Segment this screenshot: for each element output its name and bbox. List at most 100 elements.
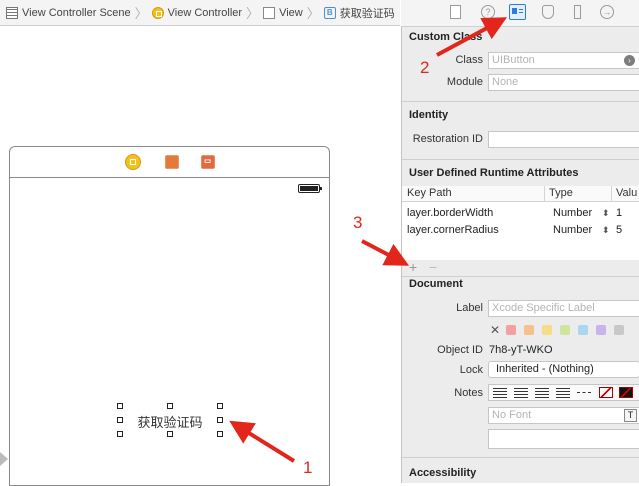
type-popup-arrows-icon[interactable]: ⬍ <box>602 225 610 236</box>
align-right-icon[interactable] <box>535 387 549 398</box>
breadcrumb-label: View Controller <box>167 6 243 19</box>
breadcrumb-item-view[interactable]: View <box>263 6 303 19</box>
key-path-cell[interactable]: layer.cornerRadius <box>407 224 499 236</box>
color-swatch-gray[interactable] <box>614 325 624 335</box>
value-cell[interactable]: 5 <box>616 224 622 236</box>
go-arrow-icon[interactable]: › <box>624 55 635 66</box>
no-color-icon[interactable] <box>599 387 613 398</box>
lock-popup[interactable]: Inherited - (Nothing) <box>488 361 639 378</box>
breadcrumb-label: 获取验证码 <box>339 7 395 20</box>
resize-handle[interactable] <box>167 403 173 409</box>
view-controller-icon[interactable] <box>125 154 141 170</box>
class-label: Class <box>455 54 483 66</box>
resize-handle[interactable] <box>217 431 223 437</box>
module-field[interactable]: None <box>488 74 639 91</box>
section-header-document: Document <box>409 278 463 290</box>
size-inspector-icon[interactable] <box>574 5 581 19</box>
attributes-inspector-icon[interactable] <box>542 5 554 19</box>
object-id-value: 7h8-yT-WKO <box>489 344 553 356</box>
breadcrumb-separator: 〉 <box>306 6 320 21</box>
view-icon <box>263 6 276 19</box>
step-number-3: 3 <box>353 213 363 232</box>
module-placeholder: None <box>492 76 519 88</box>
align-center-icon[interactable] <box>514 387 528 398</box>
initial-scene-arrow-icon <box>0 452 8 466</box>
color-swatch-blue[interactable] <box>578 325 588 335</box>
notes-text-area[interactable] <box>488 429 639 449</box>
color-swatch-green[interactable] <box>560 325 570 335</box>
breadcrumb-item-button[interactable]: B 获取验证码 <box>323 5 395 21</box>
restoration-id-field[interactable] <box>488 131 639 148</box>
key-path-cell[interactable]: layer.borderWidth <box>407 207 493 219</box>
runtime-attributes-table: Key Path Type Valu layer.borderWidth Num… <box>402 186 639 260</box>
resize-handle[interactable] <box>117 431 123 437</box>
restoration-id-label: Restoration ID <box>412 133 483 145</box>
clear-color-icon[interactable]: ✕ <box>490 323 500 337</box>
battery-icon <box>298 184 322 193</box>
color-swatch-orange[interactable] <box>524 325 534 335</box>
button-title: 获取验证码 <box>137 415 203 430</box>
section-header-accessibility: Accessibility <box>409 467 477 479</box>
lock-label: Lock <box>459 364 483 376</box>
divider <box>402 101 639 102</box>
step-number-1: 1 <box>303 458 313 477</box>
column-separator <box>544 186 545 201</box>
exit-icon[interactable] <box>201 155 215 169</box>
section-header-runtime-attributes: User Defined Runtime Attributes <box>409 167 579 179</box>
scene-icon <box>6 6 18 19</box>
color-swatch-yellow[interactable] <box>542 325 552 335</box>
breadcrumb-label: View <box>279 6 303 19</box>
quick-help-icon[interactable]: ? <box>481 5 495 19</box>
connections-inspector-icon[interactable]: → <box>600 5 614 19</box>
document-label-label: Label <box>456 302 483 314</box>
column-header-key-path[interactable]: Key Path <box>407 187 452 199</box>
type-popup-arrows-icon[interactable]: ⬍ <box>602 208 610 219</box>
class-field[interactable]: UIButton › <box>488 52 639 69</box>
notes-label: Notes <box>454 387 483 399</box>
section-header-custom-class: Custom Class <box>409 31 483 43</box>
identity-inspector-icon[interactable] <box>509 4 526 20</box>
column-header-type[interactable]: Type <box>549 187 573 199</box>
remove-attribute-button[interactable]: − <box>429 259 437 275</box>
color-swatch-purple[interactable] <box>596 325 606 335</box>
file-inspector-icon[interactable] <box>450 5 461 19</box>
breadcrumb: View Controller Scene 〉 View Controller … <box>0 0 400 26</box>
document-label-field[interactable]: Xcode Specific Label <box>488 300 639 317</box>
object-id-label: Object ID <box>437 344 483 356</box>
font-field[interactable]: No Font T <box>488 407 639 424</box>
selected-button[interactable]: 获取验证码 <box>117 403 223 437</box>
divider <box>402 159 639 160</box>
breadcrumb-item-view-controller[interactable]: View Controller <box>151 6 243 19</box>
resize-handle[interactable] <box>217 417 223 423</box>
type-cell[interactable]: Number <box>553 224 592 236</box>
table-header: Key Path Type Valu <box>402 186 639 202</box>
value-cell[interactable]: 1 <box>616 207 622 219</box>
column-separator <box>611 186 612 201</box>
resize-handle[interactable] <box>217 403 223 409</box>
breadcrumb-label: View Controller Scene <box>22 6 131 19</box>
module-label: Module <box>446 76 483 88</box>
column-header-value[interactable]: Valu <box>616 187 637 199</box>
view-controller-icon <box>151 6 164 19</box>
font-picker-icon[interactable]: T <box>624 409 637 422</box>
resize-handle[interactable] <box>117 417 123 423</box>
breadcrumb-separator: 〉 <box>134 6 148 21</box>
type-cell[interactable]: Number <box>553 207 592 219</box>
breadcrumb-item-scene[interactable]: View Controller Scene <box>6 6 131 19</box>
add-attribute-button[interactable]: + <box>409 259 417 275</box>
notes-toolbar <box>488 384 639 401</box>
divider <box>402 276 639 277</box>
color-swatch-red[interactable] <box>506 325 516 335</box>
first-responder-icon[interactable] <box>165 155 179 169</box>
align-left-icon[interactable] <box>493 387 507 398</box>
scene-dock <box>10 147 329 178</box>
text-color-icon[interactable] <box>619 387 633 398</box>
section-header-identity: Identity <box>409 109 449 121</box>
inspector-selector-bar: ? → <box>401 0 639 27</box>
resize-handle[interactable] <box>167 431 173 437</box>
align-justify-icon[interactable] <box>556 387 570 398</box>
align-natural-icon[interactable] <box>577 392 591 393</box>
button-icon: B <box>323 6 336 19</box>
resize-handle[interactable] <box>117 403 123 409</box>
identity-inspector: Custom Class Class UIButton › Module Non… <box>401 27 639 483</box>
